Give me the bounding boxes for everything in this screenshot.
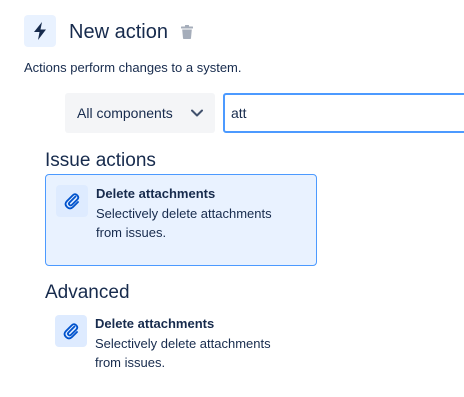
action-card-delete-attachments-advanced[interactable]: Delete attachments Selectively delete at…	[45, 305, 317, 397]
action-title: Delete attachments	[96, 186, 216, 201]
section-heading-issue-actions: Issue actions	[45, 150, 156, 171]
paperclip-icon	[56, 185, 88, 217]
action-title: Delete attachments	[95, 316, 215, 331]
page-title: New action	[69, 21, 168, 43]
page-subtitle: Actions perform changes to a system.	[24, 60, 242, 75]
lightning-bolt-icon	[24, 15, 56, 47]
chevron-down-icon	[191, 109, 203, 117]
search-input[interactable]	[223, 93, 464, 133]
action-card-delete-attachments[interactable]: Delete attachments Selectively delete at…	[45, 174, 317, 266]
component-select[interactable]: All components	[65, 93, 215, 133]
section-heading-advanced: Advanced	[45, 282, 130, 303]
component-select-value: All components	[77, 105, 173, 121]
paperclip-icon	[55, 315, 87, 347]
trash-icon	[181, 25, 193, 39]
action-description: Selectively delete attachments from issu…	[95, 336, 271, 370]
delete-action-button[interactable]	[180, 24, 194, 40]
action-description: Selectively delete attachments from issu…	[96, 206, 272, 240]
